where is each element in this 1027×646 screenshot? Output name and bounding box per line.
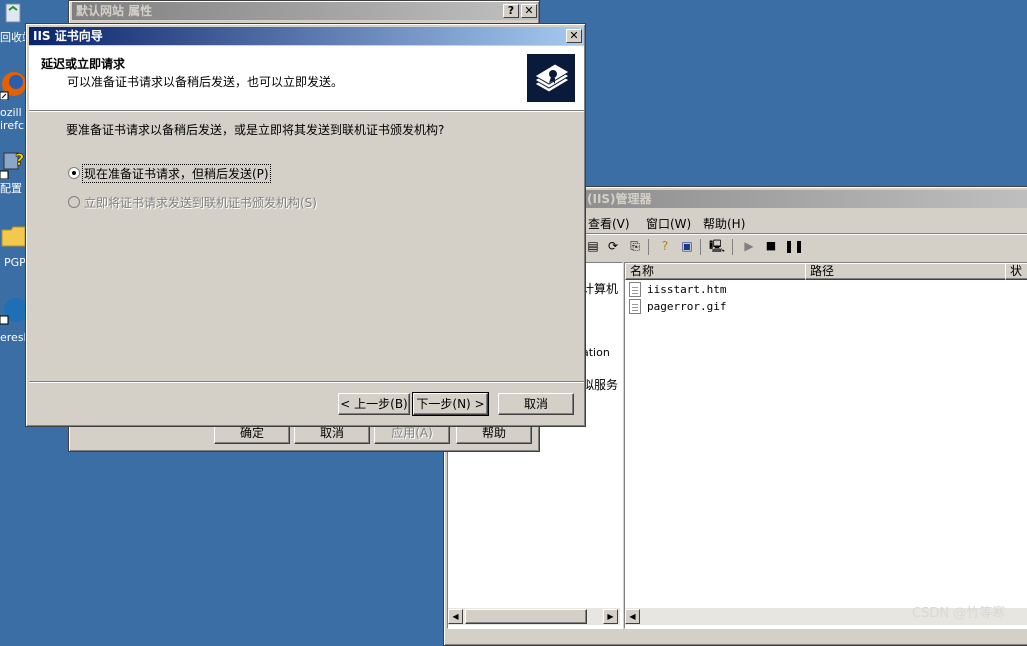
svg-text:?: ?	[15, 150, 24, 169]
help-button[interactable]: ?	[503, 4, 519, 18]
menu-help[interactable]: 帮助(H)	[703, 215, 745, 232]
scroll-thumb[interactable]	[465, 609, 587, 624]
toolbar: ▤ ⟳ ⎘ ? ▣ 🖳 ▶ ■ ❚❚	[584, 237, 824, 257]
column-name[interactable]: 名称	[625, 263, 809, 280]
refresh-icon[interactable]: ⟳	[604, 237, 622, 255]
column-path[interactable]: 路径	[805, 263, 1009, 280]
header-divider	[29, 110, 584, 112]
close-icon[interactable]: ✕	[566, 29, 582, 43]
properties-icon[interactable]: ▤	[584, 237, 602, 255]
show-hide-console-icon[interactable]: ▣	[678, 237, 696, 255]
menu-view[interactable]: 查看(V)	[588, 215, 630, 232]
option-send-now-radio[interactable]	[68, 196, 80, 208]
scroll-right-icon[interactable]: ▶	[603, 609, 618, 624]
question-text: 要准备证书请求以备稍后发送，或是立即将其发送到联机证书颁发机构?	[66, 123, 445, 137]
back-button[interactable]: < 上一步(B)	[338, 393, 410, 415]
list-item[interactable]: iisstart.htm	[629, 282, 829, 298]
wizard-title: IIS 证书向导	[29, 27, 584, 45]
properties-title: 默认网站 属性	[72, 2, 538, 20]
option-prepare-now-label[interactable]: 现在准备证书请求，但稍后发送(P)	[82, 164, 271, 183]
help-icon[interactable]: ?	[656, 237, 674, 255]
config-label: 配置	[0, 182, 22, 195]
footer-divider	[29, 381, 584, 383]
tree-item-virtual-server[interactable]: 拟服务	[582, 376, 618, 393]
option-send-now-label[interactable]: 立即将证书请求发送到联机证书颁发机构(S)	[84, 194, 317, 211]
close-icon[interactable]: ✕	[521, 4, 537, 18]
certificate-wizard: IIS 证书向导 ✕ 延迟或立即请求 可以准备证书请求以备稍后发送，也可以立即发…	[25, 23, 586, 427]
header-subtitle: 可以准备证书请求以备稍后发送，也可以立即发送。	[67, 75, 344, 89]
option-prepare-now-radio[interactable]	[68, 167, 80, 179]
tree-item-application[interactable]: ation	[582, 346, 610, 359]
tree-item-computer[interactable]: 计算机	[582, 280, 618, 297]
file-name: iisstart.htm	[647, 283, 727, 296]
firefox-label-line1: ozill	[0, 106, 22, 119]
scroll-left-icon[interactable]: ◀	[625, 609, 640, 624]
wizard-header: 延迟或立即请求 可以准备证书请求以备稍后发送，也可以立即发送。	[29, 46, 584, 110]
tree-hscrollbar[interactable]: ◀ ▶	[448, 608, 620, 625]
certificate-icon	[527, 54, 575, 102]
column-status[interactable]: 状	[1005, 263, 1027, 280]
list-header: 名称 路径 状	[625, 263, 1027, 280]
header-title: 延迟或立即请求	[41, 57, 126, 71]
watermark: CSDN @竹等寒	[912, 606, 1006, 621]
scroll-left-icon[interactable]: ◀	[448, 609, 463, 624]
next-button[interactable]: 下一步(N) >	[412, 392, 489, 416]
list-pane: 名称 路径 状 iisstart.htm pagerror.gif ◀	[624, 262, 1027, 629]
firefox-label-line2: irefc	[0, 119, 25, 132]
menu-window[interactable]: 窗口(W)	[646, 215, 691, 232]
document-icon	[629, 282, 641, 297]
document-icon	[629, 299, 641, 314]
cancel-button[interactable]: 取消	[498, 393, 574, 415]
stop-icon[interactable]: ■	[762, 237, 780, 255]
export-list-icon[interactable]: ⎘	[626, 237, 644, 255]
computer-icon[interactable]: 🖳	[708, 237, 726, 255]
pgp-label: PGP	[4, 256, 26, 269]
start-icon[interactable]: ▶	[740, 237, 758, 255]
list-item[interactable]: pagerror.gif	[629, 299, 829, 315]
pause-icon[interactable]: ❚❚	[784, 237, 804, 255]
file-name: pagerror.gif	[647, 300, 727, 313]
